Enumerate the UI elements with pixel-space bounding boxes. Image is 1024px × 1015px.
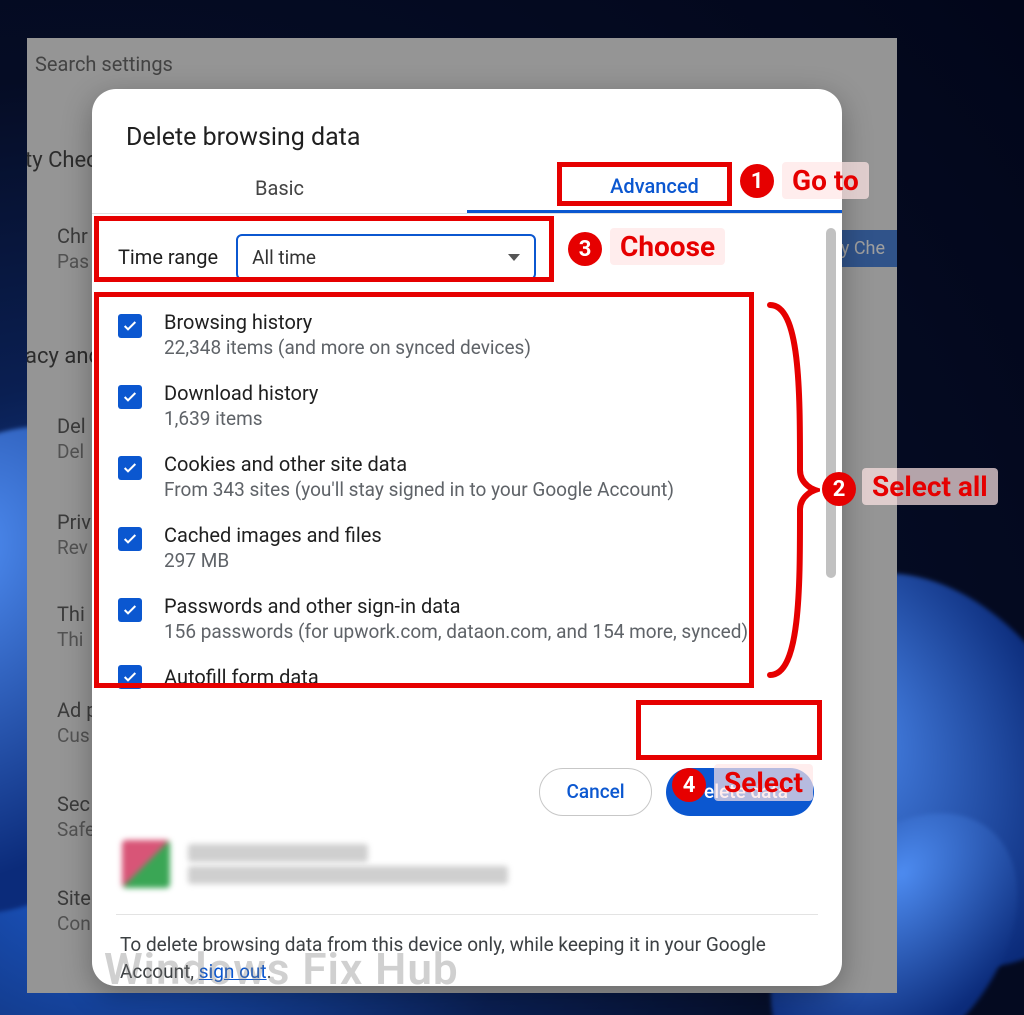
- delete-data-button[interactable]: Delete data: [666, 768, 814, 816]
- checkbox-autofill[interactable]: [118, 665, 142, 689]
- list-item: Browsing history22,348 items (and more o…: [110, 300, 824, 371]
- watermark: Windows Fix Hub: [104, 943, 459, 995]
- dialog-tabs: Basic Advanced: [92, 162, 842, 214]
- cancel-button[interactable]: Cancel: [539, 768, 651, 816]
- chevron-down-icon: [508, 254, 520, 261]
- tab-advanced[interactable]: Advanced: [467, 162, 842, 213]
- list-item: Autofill form data: [110, 655, 824, 689]
- scrollbar-thumb[interactable]: [826, 228, 836, 578]
- time-range-value: All time: [252, 246, 316, 269]
- dialog-title: Delete browsing data: [92, 89, 842, 162]
- dialog-footer-buttons: Cancel Delete data: [92, 758, 842, 816]
- delete-browsing-data-dialog: Delete browsing data Basic Advanced Time…: [92, 89, 842, 986]
- list-item: Cookies and other site dataFrom 343 site…: [110, 442, 824, 513]
- account-row: [92, 816, 842, 896]
- list-item: Download history1,639 items: [110, 371, 824, 442]
- checkbox-cache[interactable]: [118, 527, 142, 551]
- checkbox-download-history[interactable]: [118, 385, 142, 409]
- list-item: Passwords and other sign-in data156 pass…: [110, 584, 824, 655]
- avatar: [122, 840, 170, 888]
- time-range-row: Time range All time: [102, 214, 832, 300]
- dialog-body: Time range All time Browsing history22,3…: [92, 214, 842, 758]
- checkbox-cookies[interactable]: [118, 456, 142, 480]
- time-range-select[interactable]: All time: [236, 234, 536, 280]
- list-item: Cached images and files297 MB: [110, 513, 824, 584]
- data-type-list: Browsing history22,348 items (and more o…: [102, 300, 832, 689]
- checkbox-browsing-history[interactable]: [118, 314, 142, 338]
- time-range-label: Time range: [118, 245, 218, 269]
- tab-basic[interactable]: Basic: [92, 162, 467, 213]
- checkbox-passwords[interactable]: [118, 598, 142, 622]
- account-text-blurred: [188, 840, 508, 888]
